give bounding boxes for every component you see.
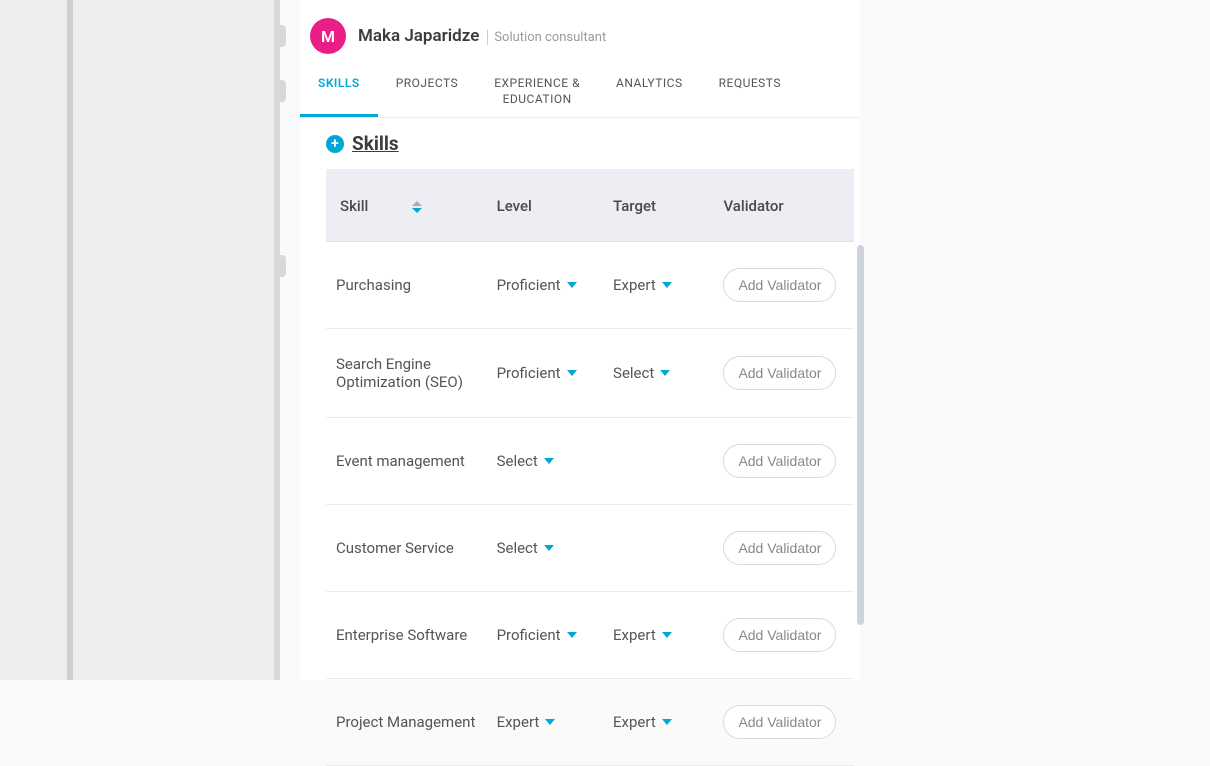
chevron-down-icon [660, 370, 670, 376]
validator-cell: Add Validator [713, 329, 854, 418]
external-left-panel [0, 0, 280, 680]
level-select[interactable]: Proficient [497, 626, 577, 644]
column-header-validator: Validator [713, 169, 854, 242]
column-header-target: Target [603, 169, 713, 242]
edge-handle [278, 255, 286, 277]
skill-name: Search Engine Optimization (SEO) [326, 329, 487, 418]
target-cell [603, 418, 713, 505]
chevron-down-icon [662, 632, 672, 638]
table-row: Customer Service Select Add Validator [326, 505, 854, 592]
validator-cell: Add Validator [713, 505, 854, 592]
chevron-down-icon [544, 458, 554, 464]
chevron-down-icon [544, 545, 554, 551]
chevron-down-icon [662, 719, 672, 725]
add-validator-button[interactable]: Add Validator [723, 356, 836, 390]
level-cell: Proficient [487, 242, 603, 329]
table-row: Purchasing Proficient Expert Add Validator [326, 242, 854, 329]
tab-analytics[interactable]: ANALYTICS [598, 64, 701, 117]
target-cell [603, 505, 713, 592]
add-validator-button[interactable]: Add Validator [723, 268, 836, 302]
target-cell: Expert [603, 592, 713, 679]
column-header-skill-label: Skill [340, 197, 368, 215]
level-cell: Proficient [487, 329, 603, 418]
divider [67, 0, 73, 680]
target-select[interactable]: Expert [613, 626, 672, 644]
profile-name: Maka Japaridze [358, 26, 479, 46]
level-select[interactable]: Select [497, 452, 554, 470]
chevron-down-icon [662, 282, 672, 288]
chevron-down-icon [567, 282, 577, 288]
tab-experience[interactable]: EXPERIENCE &EDUCATION [476, 64, 598, 117]
target-cell: Expert [603, 242, 713, 329]
target-cell: Expert [603, 679, 713, 766]
level-value: Expert [497, 713, 540, 731]
level-value: Proficient [497, 276, 561, 294]
level-cell: Expert [487, 679, 603, 766]
level-select[interactable]: Proficient [497, 276, 577, 294]
level-select[interactable]: Expert [497, 713, 556, 731]
level-cell: Proficient [487, 592, 603, 679]
level-cell: Select [487, 505, 603, 592]
level-value: Proficient [497, 364, 561, 382]
skill-name: Purchasing [326, 242, 487, 329]
scrollbar[interactable] [857, 245, 864, 685]
add-skill-icon[interactable]: + [326, 135, 344, 153]
skills-table: Skill Level Target Validator PurchasingP… [326, 169, 854, 766]
column-header-level: Level [487, 169, 603, 242]
target-select[interactable]: Expert [613, 713, 672, 731]
level-select[interactable]: Proficient [497, 364, 577, 382]
level-value: Select [497, 539, 538, 557]
level-cell: Select [487, 418, 603, 505]
profile-header: M Maka Japaridze Solution consultant [300, 0, 860, 64]
edge-handle [278, 25, 286, 47]
level-value: Select [497, 452, 538, 470]
target-value: Expert [613, 713, 656, 731]
target-value: Expert [613, 276, 656, 294]
table-header-row: Skill Level Target Validator [326, 169, 854, 242]
chevron-down-icon [567, 632, 577, 638]
sort-up-icon [412, 201, 422, 206]
validator-cell: Add Validator [713, 679, 854, 766]
add-validator-button[interactable]: Add Validator [723, 531, 836, 565]
tab-skills[interactable]: SKILLS [300, 64, 378, 117]
add-validator-button[interactable]: Add Validator [723, 618, 836, 652]
table-row: Search Engine Optimization (SEO) Proficie… [326, 329, 854, 418]
skill-name: Event management [326, 418, 487, 505]
add-validator-button[interactable]: Add Validator [723, 705, 836, 739]
skill-name: Project Management [326, 679, 487, 766]
chevron-down-icon [545, 719, 555, 725]
target-select[interactable]: Expert [613, 276, 672, 294]
tabs-bar: SKILLSPROJECTSEXPERIENCE &EDUCATIONANALY… [300, 64, 860, 118]
column-header-skill[interactable]: Skill [326, 169, 487, 242]
section-title-row: + Skills [300, 118, 860, 169]
validator-cell: Add Validator [713, 592, 854, 679]
edge-handle [278, 80, 286, 102]
tab-requests[interactable]: REQUESTS [701, 64, 799, 117]
target-cell: Select [603, 329, 713, 418]
target-select[interactable]: Select [613, 364, 670, 382]
validator-cell: Add Validator [713, 418, 854, 505]
tab-projects[interactable]: PROJECTS [378, 64, 477, 117]
validator-cell: Add Validator [713, 242, 854, 329]
section-title: Skills [352, 132, 399, 155]
sort-icon[interactable] [412, 201, 422, 213]
level-select[interactable]: Select [497, 539, 554, 557]
avatar: M [310, 18, 346, 54]
skill-name: Customer Service [326, 505, 487, 592]
table-row: Event management Select Add Validator [326, 418, 854, 505]
main-panel: M Maka Japaridze Solution consultant SKI… [300, 0, 860, 680]
add-validator-button[interactable]: Add Validator [723, 444, 836, 478]
scrollbar-thumb[interactable] [857, 245, 864, 625]
chevron-down-icon [567, 370, 577, 376]
target-value: Expert [613, 626, 656, 644]
skill-name: Enterprise Software [326, 592, 487, 679]
level-value: Proficient [497, 626, 561, 644]
table-row: Enterprise Software Proficient Expert Add V… [326, 592, 854, 679]
table-row: Project Management Expert Expert Add Valida… [326, 679, 854, 766]
sort-down-icon [412, 208, 422, 213]
target-value: Select [613, 364, 654, 382]
profile-role: Solution consultant [487, 30, 606, 45]
